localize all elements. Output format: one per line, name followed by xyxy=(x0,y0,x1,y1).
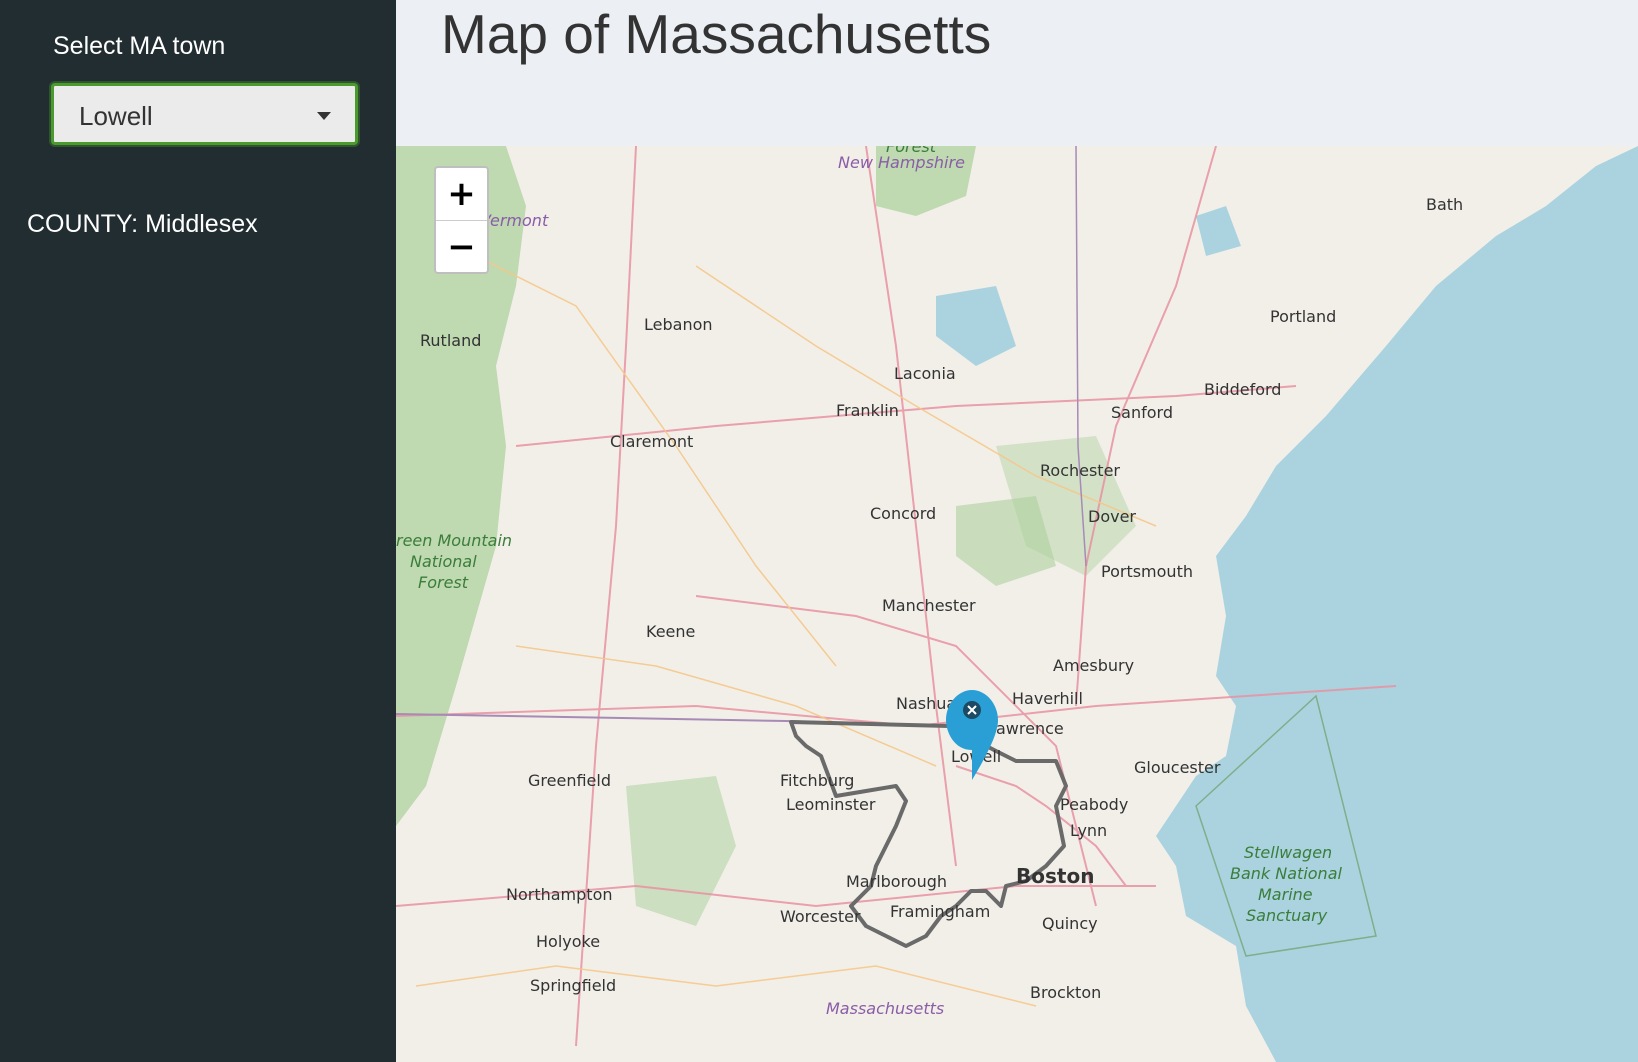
lake xyxy=(936,286,1016,366)
town-select-value: Lowell xyxy=(79,101,153,131)
map-label: Lebanon xyxy=(644,315,713,334)
county-text: COUNTY: Middlesex xyxy=(27,210,258,238)
map-label: Springfield xyxy=(530,976,616,995)
map-label: Greenfield xyxy=(528,771,611,790)
map-label: Bank National xyxy=(1230,864,1343,883)
map-label: Marine xyxy=(1258,885,1313,904)
map-label: Fitchburg xyxy=(780,771,854,790)
map-label: Peabody xyxy=(1060,795,1128,814)
map-label: Nashua xyxy=(896,694,956,713)
map-label: Franklin xyxy=(836,401,899,420)
map-label: Keene xyxy=(646,622,695,641)
map-label: Biddeford xyxy=(1204,380,1281,399)
map-label: Brockton xyxy=(1030,983,1101,1002)
map-tiles: Forest New Hampshire Vermont Bath Rutlan… xyxy=(396,146,1638,1062)
map-label: Gloucester xyxy=(1134,758,1221,777)
map-label: Concord xyxy=(870,504,936,523)
map-label: Boston xyxy=(1016,864,1094,888)
map-label: Bath xyxy=(1426,195,1463,214)
town-select[interactable]: Lowell xyxy=(51,83,358,145)
map-label: National xyxy=(410,552,477,571)
forest-area xyxy=(626,776,736,926)
map-label: Manchester xyxy=(882,596,976,615)
map-label: Haverhill xyxy=(1012,689,1083,708)
map-label: Rutland xyxy=(420,331,481,350)
map-label: Leominster xyxy=(786,795,876,814)
map-label: Holyoke xyxy=(536,932,600,951)
map-label: Vermont xyxy=(480,211,549,230)
map-label: Claremont xyxy=(610,432,693,451)
map-label: Sanctuary xyxy=(1246,906,1328,925)
map-label: Amesbury xyxy=(1053,656,1134,675)
map-label: Lynn xyxy=(1070,821,1107,840)
map-view[interactable]: Forest New Hampshire Vermont Bath Rutlan… xyxy=(396,146,1638,1062)
map-label: Portsmouth xyxy=(1101,562,1193,581)
map-label: New Hampshire xyxy=(838,153,965,172)
page-title: Map of Massachusetts xyxy=(441,3,992,65)
map-label: Worcester xyxy=(780,907,861,926)
map-label: Marlborough xyxy=(846,872,947,891)
map-label: Quincy xyxy=(1042,914,1098,933)
chevron-down-icon xyxy=(317,112,331,120)
ocean xyxy=(1156,146,1638,1062)
map-label: Dover xyxy=(1088,507,1136,526)
zoom-out-button[interactable]: − xyxy=(436,221,487,273)
map-label: Stellwagen xyxy=(1244,843,1332,862)
map-label: Framingham xyxy=(890,902,990,921)
map-label: Massachusetts xyxy=(826,999,944,1018)
lake xyxy=(1196,206,1241,256)
map-label: Rochester xyxy=(1040,461,1120,480)
zoom-in-button[interactable]: + xyxy=(436,168,487,221)
map-label: awrence xyxy=(996,719,1064,738)
map-label: reen Mountain xyxy=(396,531,512,550)
sidebar: Select MA town Lowell COUNTY: Middlesex xyxy=(0,0,396,1062)
zoom-control: + − xyxy=(434,166,489,274)
map-label: Forest xyxy=(418,573,469,592)
map-pin-icon xyxy=(946,690,998,780)
map-label: Portland xyxy=(1270,307,1336,326)
map-label: Laconia xyxy=(894,364,956,383)
map-label: Sanford xyxy=(1111,403,1173,422)
map-label: Northampton xyxy=(506,885,613,904)
select-town-label: Select MA town xyxy=(53,32,226,60)
